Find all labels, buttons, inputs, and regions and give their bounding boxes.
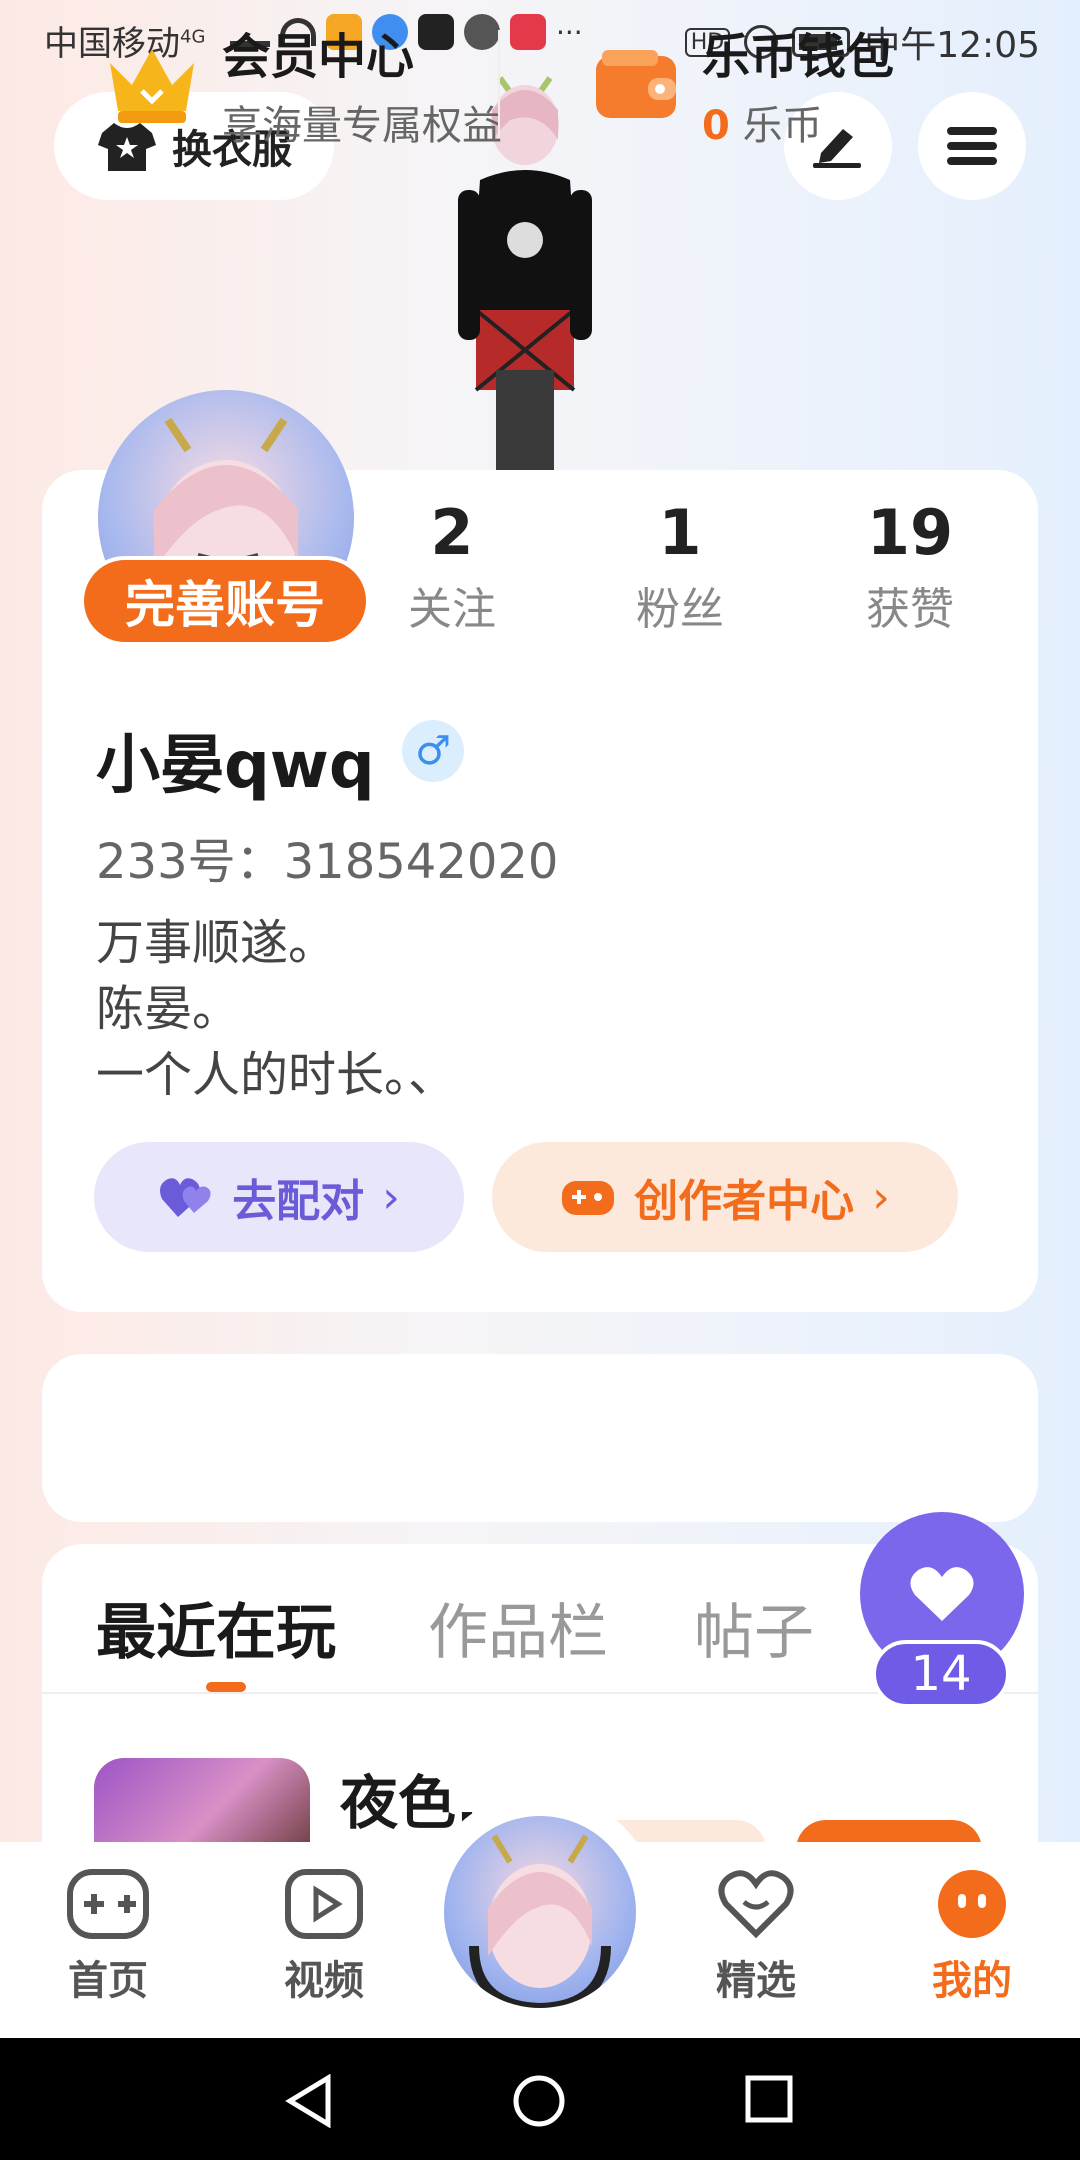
user-id[interactable]: 233号：318542020 [96, 822, 558, 892]
more-notifications-icon: ··· [556, 15, 583, 49]
match-button[interactable]: 去配对 › [94, 1142, 464, 1252]
member-center-entry[interactable]: 会员中心 享海量专属权益 [104, 22, 502, 149]
likes-count: 19 [866, 496, 954, 569]
nav-home-label: 首页 [68, 1958, 148, 2004]
nav-mine-label: 我的 [932, 1958, 1012, 2004]
tab-works[interactable]: 作品栏 [428, 1584, 608, 1671]
bio-line: 一个人的时长。、 [96, 1047, 457, 1103]
wallet-entry[interactable]: 乐币钱包 0 乐币 [592, 22, 894, 149]
bio: 万事顺遂。 陈晏。 一个人的时长。、 [96, 910, 456, 1108]
nav-home[interactable]: 首页 [38, 1868, 178, 2006]
male-gender-icon: ♂ [402, 720, 464, 782]
active-tab-indicator [206, 1682, 246, 1692]
hearts-icon [160, 1178, 211, 1217]
like-count-badge: 14 [872, 1640, 1010, 1708]
play-icon [285, 1869, 363, 1939]
nav-featured[interactable]: 精选 [686, 1868, 826, 2006]
wallet-icon [596, 50, 676, 118]
crown-icon [110, 49, 194, 123]
following-stat[interactable]: 2 关注 [372, 496, 532, 637]
member-center-title: 会员中心 [222, 29, 415, 85]
wallet-amount: 0 [702, 103, 730, 149]
wallet-unit: 乐币 [742, 103, 823, 149]
nickname: 小晏qwq [96, 729, 375, 803]
back-icon[interactable] [284, 2074, 334, 2128]
tab-posts[interactable]: 帖子 [694, 1584, 814, 1671]
followers-stat[interactable]: 1 粉丝 [600, 496, 760, 637]
chevron-right-icon: › [382, 1171, 400, 1223]
wallet-balance: 0 乐币 [702, 93, 894, 151]
creator-center-button[interactable]: 创作者中心 › [492, 1142, 958, 1252]
match-label: 去配对 [232, 1176, 365, 1227]
following-label: 关注 [408, 584, 496, 635]
tab-recently-played[interactable]: 最近在玩 [96, 1584, 336, 1671]
bio-line: 万事顺遂。 [96, 915, 337, 971]
gamepad-icon [562, 1181, 615, 1215]
chevron-right-icon: › [872, 1171, 890, 1223]
gamepad-icon [67, 1869, 149, 1939]
heart-icon [910, 1567, 974, 1621]
face-icon [938, 1870, 1006, 1938]
following-count: 2 [430, 496, 474, 569]
vip-wallet-card [42, 1354, 1038, 1522]
nav-mine[interactable]: 我的 [902, 1868, 1042, 2006]
likes-stat[interactable]: 19 获赞 [830, 496, 990, 637]
menu-button[interactable] [918, 92, 1026, 200]
home-circle-icon[interactable] [512, 2074, 566, 2128]
nav-video[interactable]: 视频 [254, 1868, 394, 2006]
complete-account-button[interactable]: 完善账号 [80, 556, 370, 646]
nav-video-label: 视频 [284, 1958, 364, 2004]
creator-center-label: 创作者中心 [634, 1176, 855, 1227]
followers-label: 粉丝 [636, 584, 724, 635]
likes-label: 获赞 [866, 584, 954, 635]
recents-icon[interactable] [744, 2074, 794, 2124]
shop-notification-icon [510, 14, 546, 50]
member-center-subtitle: 享海量专属权益 [222, 103, 502, 149]
heart-outline-icon [718, 1870, 794, 1939]
divider [498, 30, 500, 138]
nav-center-avatar[interactable] [444, 1816, 636, 2008]
avatar-image [469, 1834, 611, 2008]
followers-count: 1 [658, 496, 702, 569]
nav-featured-label: 精选 [716, 1958, 796, 2004]
wallet-title: 乐币钱包 [702, 29, 895, 85]
menu-icon [947, 127, 997, 165]
bio-line: 陈晏。 [96, 981, 241, 1037]
